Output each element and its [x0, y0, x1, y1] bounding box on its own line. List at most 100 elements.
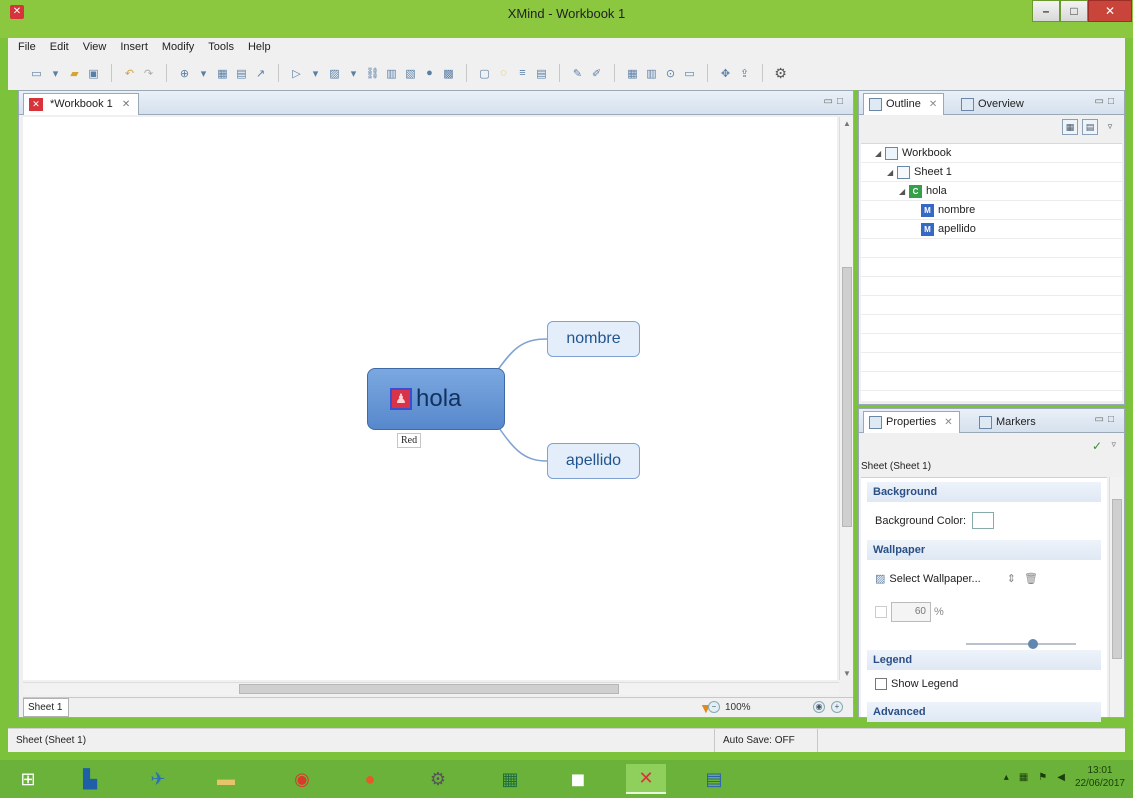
- new-icon[interactable]: ▭: [28, 65, 45, 82]
- gear-icon[interactable]: ⚙: [772, 65, 789, 82]
- opacity-slider[interactable]: [966, 639, 1076, 649]
- subtopic-icon[interactable]: ▦: [214, 65, 231, 82]
- subtopic-nombre[interactable]: nombre: [547, 321, 640, 357]
- menu-insert[interactable]: Insert: [113, 38, 155, 56]
- clock[interactable]: 13:01 22/06/2017: [1075, 764, 1125, 790]
- zoom-fit-icon[interactable]: ◉: [813, 701, 825, 713]
- boundary-icon[interactable]: ▥: [383, 65, 400, 82]
- tab-outline[interactable]: Outline ✕: [863, 93, 945, 115]
- menu-help[interactable]: Help: [241, 38, 278, 56]
- share-icon[interactable]: ✥: [717, 65, 734, 82]
- floating-topic-icon[interactable]: ▤: [233, 65, 250, 82]
- mind-map-canvas[interactable]: ♟ hola Red nombre apellido: [23, 117, 837, 680]
- relationship-icon[interactable]: ↗: [252, 65, 269, 82]
- vertical-scroll-thumb[interactable]: [842, 267, 852, 527]
- close-window-button[interactable]: ✕: [1088, 0, 1132, 22]
- tab-properties[interactable]: Properties ✕: [863, 411, 960, 433]
- properties-scroll-thumb[interactable]: [1112, 499, 1122, 659]
- view-menu-icon[interactable]: ▿: [1111, 439, 1116, 450]
- redo-icon[interactable]: ↷: [140, 65, 157, 82]
- slider-knob[interactable]: [1028, 639, 1038, 649]
- show-legend-checkbox[interactable]: [875, 678, 887, 690]
- collapse-arrow-icon[interactable]: ◢: [875, 149, 885, 158]
- properties-action-icon[interactable]: ✓: [1092, 439, 1102, 453]
- canvas-vertical-scrollbar[interactable]: ▲ ▼: [839, 117, 853, 680]
- horizontal-scroll-thumb[interactable]: [239, 684, 619, 694]
- undo-icon[interactable]: ↶: [121, 65, 138, 82]
- save-icon[interactable]: ▣: [85, 65, 102, 82]
- zoom-icon[interactable]: ⊙: [662, 65, 679, 82]
- upload-icon[interactable]: ⇪: [736, 65, 753, 82]
- scroll-up-icon[interactable]: ▲: [843, 119, 851, 128]
- close-tab-icon[interactable]: ✕: [122, 99, 130, 110]
- start-windows-icon[interactable]: ⊞: [8, 764, 48, 794]
- tab-overview[interactable]: Overview: [955, 93, 1031, 115]
- layout-icon[interactable]: ▦: [624, 65, 641, 82]
- presentation-icon[interactable]: ▢: [476, 65, 493, 82]
- gantt-icon[interactable]: ≡: [514, 65, 531, 82]
- export-icon[interactable]: ▤: [533, 65, 550, 82]
- tree-item-workbook[interactable]: ◢ Workbook: [875, 144, 951, 162]
- word-icon[interactable]: ▤: [694, 764, 734, 794]
- scroll-down-icon[interactable]: ▼: [843, 669, 851, 678]
- trash-icon[interactable]: 🗑: [1024, 572, 1038, 585]
- view-menu-icon[interactable]: ▿: [1102, 119, 1118, 135]
- minimize-button[interactable]: –: [1032, 0, 1060, 22]
- close-tab-icon[interactable]: ✕: [929, 99, 937, 110]
- menu-file[interactable]: File: [11, 38, 43, 56]
- summary-icon[interactable]: ▧: [402, 65, 419, 82]
- note-icon[interactable]: ▩: [440, 65, 457, 82]
- opacity-value-input[interactable]: 60: [891, 602, 931, 622]
- zoom-out-icon[interactable]: −: [708, 701, 720, 713]
- maximize-button[interactable]: □: [1060, 0, 1088, 22]
- editor-minmax-icons[interactable]: ▭□: [824, 96, 848, 107]
- camtasia-icon[interactable]: ◼: [558, 764, 598, 794]
- menu-view[interactable]: View: [76, 38, 114, 56]
- section-legend[interactable]: Legend: [867, 650, 1101, 670]
- volume-icon[interactable]: ◀: [1057, 772, 1065, 783]
- autosave-status[interactable]: Auto Save: OFF: [714, 729, 818, 752]
- opacity-checkbox[interactable]: [875, 606, 887, 618]
- background-color-swatch[interactable]: [972, 512, 995, 529]
- section-wallpaper[interactable]: Wallpaper: [867, 540, 1101, 560]
- list-view-icon[interactable]: ▤: [1082, 119, 1098, 135]
- brush-icon[interactable]: ✐: [588, 65, 605, 82]
- structure-icon[interactable]: ▥: [643, 65, 660, 82]
- zoom-in-icon[interactable]: +: [831, 701, 843, 713]
- excel-icon[interactable]: ▦: [490, 764, 530, 794]
- tree-item-nombre[interactable]: M nombre: [921, 201, 975, 219]
- properties-minmax-icons[interactable]: ▭□: [1095, 414, 1119, 425]
- menu-edit[interactable]: Edit: [43, 38, 76, 56]
- tools-app-icon[interactable]: ⚙: [418, 764, 458, 794]
- tree-item-hola[interactable]: ◢ C hola: [899, 182, 947, 200]
- select-wallpaper-row[interactable]: ▨ Select Wallpaper... ⇕ 🗑: [875, 572, 1038, 586]
- color-app-icon[interactable]: ●: [350, 764, 390, 794]
- tray-arrow-icon[interactable]: ▴: [1004, 772, 1009, 783]
- xmind-taskbar-icon[interactable]: ✕: [626, 764, 666, 794]
- tree-item-sheet-1[interactable]: ◢ Sheet 1: [887, 163, 952, 181]
- file-explorer-icon[interactable]: ▬: [206, 764, 246, 794]
- play-icon[interactable]: ▷: [288, 65, 305, 82]
- topic-icon[interactable]: ⊕: [176, 65, 193, 82]
- idea-icon[interactable]: ◌: [495, 65, 512, 82]
- close-tab-icon[interactable]: ✕: [944, 417, 952, 428]
- link-icon[interactable]: ⛓: [364, 65, 381, 82]
- section-advanced[interactable]: Advanced: [867, 702, 1101, 722]
- menu-tools[interactable]: Tools: [201, 38, 241, 56]
- tree-item-apellido[interactable]: M apellido: [921, 220, 976, 238]
- collapse-arrow-icon[interactable]: ◢: [899, 187, 909, 196]
- subtopic-apellido[interactable]: apellido: [547, 443, 640, 479]
- view-icon[interactable]: ▭: [681, 65, 698, 82]
- marker-icon[interactable]: ●: [421, 65, 438, 82]
- format-painter-icon[interactable]: ✎: [569, 65, 586, 82]
- spinner-icon[interactable]: ⇕: [1007, 572, 1016, 585]
- outline-minmax-icons[interactable]: ▭□: [1095, 96, 1119, 107]
- dropdown-icon[interactable]: ▾: [195, 65, 212, 82]
- chrome-icon[interactable]: ◉: [282, 764, 322, 794]
- topic-label-tag[interactable]: Red: [397, 433, 422, 448]
- sheet-tab-sheet-1[interactable]: Sheet 1: [23, 698, 69, 717]
- tab-markers[interactable]: Markers: [973, 411, 1043, 433]
- image-icon[interactable]: ▨: [326, 65, 343, 82]
- collapse-arrow-icon[interactable]: ◢: [887, 168, 897, 177]
- dropdown-icon[interactable]: ▾: [307, 65, 324, 82]
